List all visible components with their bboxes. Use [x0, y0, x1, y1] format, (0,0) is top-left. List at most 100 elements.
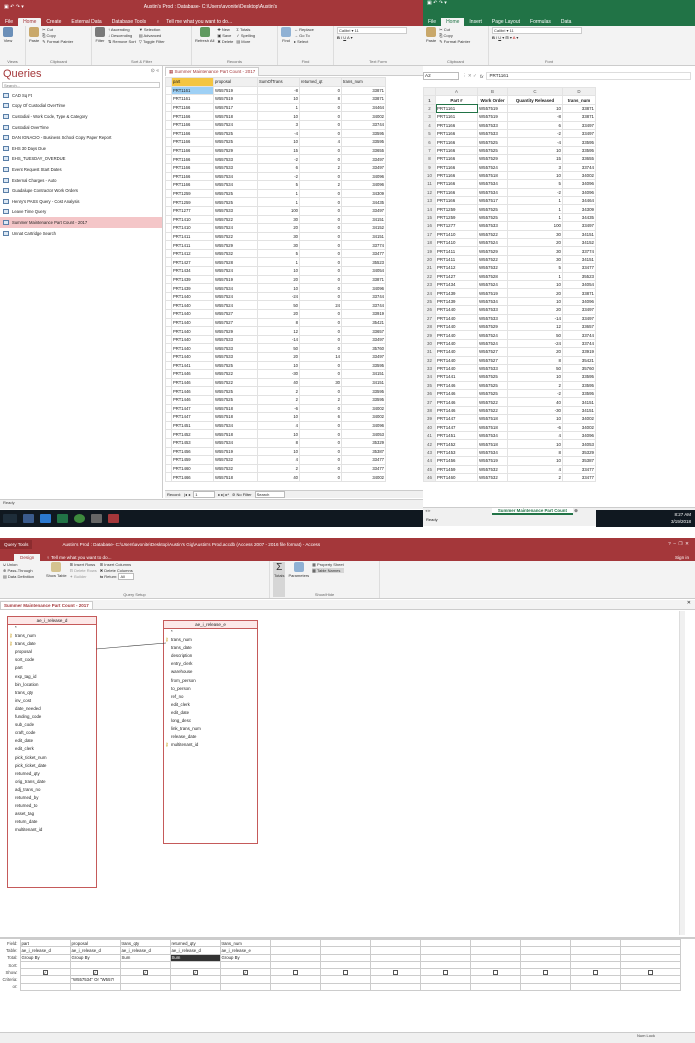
datasheet-row[interactable]: PRT1439 W557519 20 0 33871 — [165, 274, 386, 285]
datasheet-cell[interactable]: -4 — [257, 128, 300, 139]
datasheet-cell[interactable]: 33497 — [341, 352, 386, 362]
design-doc-close-icon[interactable]: ✕ — [687, 600, 691, 606]
qbe-cell[interactable]: returned_qty — [169, 938, 221, 948]
datasheet-cell[interactable]: -30 — [257, 369, 300, 379]
new-record-button[interactable]: ✚ New — [217, 27, 233, 32]
show-checkbox[interactable] — [542, 970, 548, 975]
datasheet-cell[interactable]: W557518 — [213, 403, 258, 414]
datasheet-row[interactable]: PRT1166 W557518 10 0 34002 — [165, 111, 386, 121]
datasheet-cell[interactable]: 33595 — [341, 394, 386, 405]
sheet-cell[interactable]: PRT1451 — [435, 430, 478, 441]
table-field[interactable]: craft_code — [8, 730, 96, 738]
tab-file[interactable]: File — [0, 18, 18, 26]
datasheet-row[interactable]: PRT1451 W557534 4 0 34096 — [165, 420, 386, 431]
datasheet-cell[interactable]: PRT1410 — [171, 214, 214, 225]
datasheet-cell[interactable]: W557519 — [213, 274, 258, 285]
sheet-cell[interactable]: PRT1440 — [435, 305, 478, 315]
show-checkbox[interactable] — [442, 970, 448, 975]
sheet-cell[interactable]: W557525 — [477, 145, 508, 156]
datasheet-cell[interactable]: 4 — [257, 420, 300, 431]
doc-tab-query[interactable]: ▦ Summer Maintenance Part Count - 2017 — [165, 67, 260, 76]
canvas-vertical-scrollbar[interactable] — [679, 611, 685, 935]
sheet-cell[interactable]: 33595 — [562, 380, 596, 391]
show-checkbox[interactable] — [592, 970, 598, 975]
row-number[interactable]: 20 — [423, 254, 436, 265]
table-field[interactable]: pick_ticket_num — [8, 755, 96, 763]
name-box[interactable]: A2 — [423, 72, 459, 80]
datasheet-row[interactable]: PRT1410 W557522 30 0 34151 — [165, 214, 386, 225]
datasheet-cell[interactable]: 10 — [257, 111, 300, 121]
table-field[interactable]: sort_code — [8, 657, 96, 665]
datasheet-cell[interactable]: 0 — [299, 455, 342, 465]
tab-database-tools[interactable]: Database Tools — [107, 18, 151, 26]
start-icon[interactable] — [3, 514, 17, 523]
column-letter[interactable]: C — [507, 87, 563, 97]
tab-design[interactable]: Design — [14, 554, 41, 561]
select-button[interactable]: ▸ Select — [294, 39, 314, 44]
qbe-cell[interactable] — [269, 982, 321, 992]
datasheet-cell[interactable]: PRT1259 — [171, 188, 214, 199]
datasheet-row[interactable]: PRT1440 W557533 20 14 33497 — [165, 352, 386, 362]
qbe-cell[interactable] — [319, 975, 371, 984]
sheet-cell[interactable]: 33919 — [562, 347, 596, 357]
spelling-button[interactable]: ✓ Spelling — [236, 33, 255, 38]
datasheet-cell[interactable]: 35760 — [341, 343, 386, 353]
column-letter[interactable]: A — [435, 87, 478, 97]
add-sheet-button[interactable]: ⊕ — [574, 508, 578, 513]
tab-home[interactable]: Home — [18, 18, 42, 26]
qbe-cell[interactable] — [569, 946, 621, 955]
datasheet-cell[interactable]: 50 — [257, 343, 300, 353]
table-field[interactable]: proposal — [8, 649, 96, 657]
row-number[interactable]: 41 — [423, 430, 436, 441]
datasheet-cell[interactable]: 33595 — [341, 128, 386, 139]
datasheet-row[interactable]: PRT1412 W557532 5 0 33477 — [165, 248, 386, 259]
sheet-cell[interactable]: 1 — [507, 212, 563, 223]
excel-tab-home[interactable]: Home — [441, 18, 465, 26]
datasheet-cell[interactable]: W557525 — [213, 360, 258, 371]
builder-button[interactable]: ✦ Builder — [70, 574, 97, 579]
sheet-cell[interactable]: W557524 — [477, 338, 508, 349]
sheet-cell[interactable]: PRT1410 — [435, 238, 478, 248]
sheet-cell[interactable]: W557522 — [477, 229, 508, 240]
nav-query-item[interactable]: Event Request Start Dates — [0, 164, 162, 175]
datasheet-cell[interactable]: 34151 — [341, 369, 386, 379]
column-header[interactable]: proposal — [213, 77, 258, 87]
datasheet-cell[interactable]: 0 — [299, 214, 342, 225]
sheet-cell[interactable]: 34002 — [562, 414, 596, 424]
sheet-cell[interactable]: W557529 — [477, 246, 508, 256]
qbe-cell[interactable] — [169, 975, 221, 984]
qbe-cell[interactable] — [219, 960, 271, 970]
datasheet-cell[interactable]: W557522 — [213, 377, 258, 388]
datasheet-cell[interactable]: 0 — [299, 326, 342, 336]
qbe-cell[interactable]: ✓ — [19, 968, 71, 977]
datasheet-cell[interactable]: PRT1452 — [171, 429, 214, 439]
delete-rows-button[interactable]: ⊟ Delete Rows — [70, 568, 97, 573]
qbe-cell[interactable]: Group By — [19, 953, 71, 962]
sheet-cell[interactable]: 34151 — [562, 397, 596, 407]
sheet-cell[interactable]: W557518 — [477, 170, 508, 181]
sheet-cell[interactable]: 33595 — [562, 137, 596, 147]
datasheet-cell[interactable]: W557522 — [213, 214, 258, 225]
datasheet-cell[interactable]: 1 — [257, 257, 300, 268]
qbe-cell[interactable] — [419, 982, 471, 992]
sheet-cell[interactable]: PRT1161 — [435, 103, 478, 114]
excel-tab-page-layout[interactable]: Page Layout — [487, 18, 525, 26]
datasheet-cell[interactable]: 2 — [299, 394, 342, 405]
datasheet-row[interactable]: PRT1434 W557524 10 0 34054 — [165, 266, 386, 276]
sheet-cell[interactable]: PRT1446 — [435, 397, 478, 407]
sheet-cell[interactable]: 33744 — [562, 330, 596, 340]
app-icon[interactable] — [91, 514, 102, 523]
advanced-button[interactable]: ▤ Advanced — [139, 33, 165, 38]
sheet-cell[interactable]: W557522 — [477, 405, 508, 416]
datasheet-cell[interactable]: 34096 — [341, 283, 386, 293]
datasheet-cell[interactable]: 34309 — [341, 188, 386, 199]
sheet-cell[interactable]: PRT1459 — [435, 464, 478, 474]
show-checkbox[interactable] — [647, 970, 653, 975]
qbe-cell[interactable] — [419, 960, 471, 970]
column-header[interactable]: SumOfTrans — [257, 77, 300, 87]
qbe-cell[interactable] — [369, 982, 421, 992]
nav-query-item[interactable]: Unnat Cartridge Search — [0, 228, 162, 239]
datasheet-cell[interactable]: PRT1453 — [171, 437, 214, 448]
datasheet-cell[interactable]: W557525 — [213, 394, 258, 405]
qbe-cell[interactable] — [269, 953, 321, 962]
